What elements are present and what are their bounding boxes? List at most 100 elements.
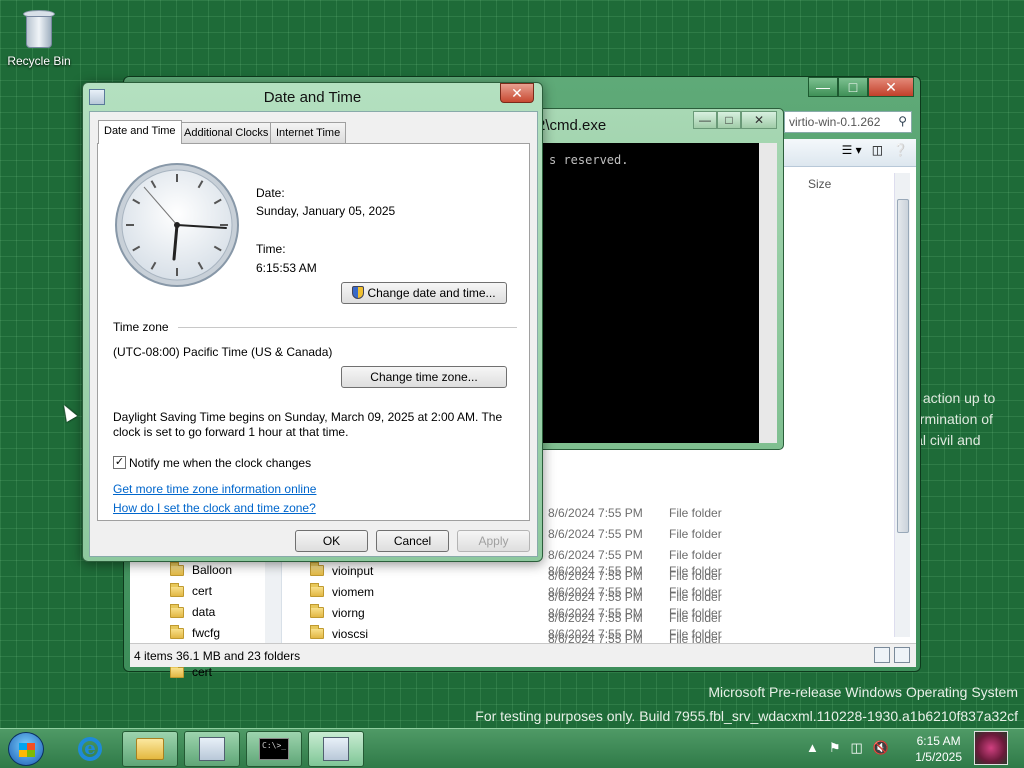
time-label: Time: — [256, 242, 286, 256]
preview-pane-icon[interactable]: ◫ — [872, 143, 883, 157]
control-panel-icon — [323, 737, 349, 761]
how-to-set-clock-link[interactable]: How do I set the clock and time zone? — [113, 501, 316, 515]
tab-date-and-time[interactable]: Date and Time — [98, 120, 182, 144]
folder-icon — [170, 561, 184, 576]
column-header-size[interactable]: Size — [808, 177, 831, 191]
dialog-content: Date and Time Additional Clocks Internet… — [89, 111, 538, 557]
action-center-flag-icon[interactable]: ⚑ — [829, 740, 841, 756]
file-date: 8/6/2024 7:55 PM — [548, 526, 643, 541]
notify-label[interactable]: Notify me when the clock changes — [129, 456, 311, 470]
console-output[interactable]: s reserved. — [541, 143, 759, 443]
minimize-button[interactable]: — — [808, 77, 838, 97]
show-hidden-icons[interactable]: ▲ — [806, 740, 819, 756]
timezone-heading: Time zone — [113, 320, 169, 334]
nav-item-fwcfg[interactable]: fwcfg — [170, 623, 220, 643]
analog-clock-icon — [115, 163, 239, 287]
close-button[interactable]: ✕ — [741, 111, 777, 129]
file-type: File folder — [669, 584, 722, 599]
folder-icon — [310, 562, 324, 576]
maximize-button[interactable]: □ — [717, 111, 741, 129]
timezone-info-link[interactable]: Get more time zone information online — [113, 482, 316, 496]
tab-panel: Date: Sunday, January 05, 2025 Time: 6:1… — [97, 143, 530, 521]
taskbar-date-time[interactable] — [184, 731, 240, 767]
file-name: viorng — [332, 605, 365, 620]
tiles-view-icon[interactable] — [894, 647, 910, 663]
start-button[interactable] — [8, 732, 44, 766]
taskbar-clock[interactable]: 6:15 AM 1/5/2025 — [915, 733, 962, 765]
uac-shield-icon — [352, 286, 365, 299]
scrollbar-thumb[interactable] — [897, 199, 909, 533]
file-type: File folder — [669, 626, 722, 641]
folder-icon — [310, 604, 324, 618]
taskbar-file-explorer[interactable] — [122, 731, 178, 767]
button-label: Change date and time... — [367, 286, 496, 300]
folder-icon — [170, 663, 184, 678]
nav-item-label: cert — [192, 665, 213, 679]
nav-item-cert[interactable]: cert — [170, 581, 212, 601]
user-avatar[interactable] — [974, 731, 1008, 765]
ok-button[interactable]: OK — [295, 530, 368, 552]
date-time-dialog[interactable]: Date and Time ✕ Date and Time Additional… — [82, 82, 543, 562]
taskbar-control-panel[interactable] — [308, 731, 364, 767]
taskbar-internet-explorer[interactable]: e — [62, 731, 118, 767]
taskbar-cmd[interactable]: C:\>_ — [246, 731, 302, 767]
table-row[interactable]: vioscsi 8/6/2024 7:55 PM File folder — [290, 623, 880, 644]
nav-item-data[interactable]: data — [170, 602, 215, 622]
cmd-icon: C:\>_ — [259, 738, 289, 760]
change-time-zone-button[interactable]: Change time zone... — [341, 366, 507, 388]
file-list-scrollbar[interactable] — [894, 173, 910, 637]
folder-icon — [310, 625, 324, 639]
background-text-line: ial civil and — [912, 432, 981, 448]
recycle-bin-icon — [21, 6, 57, 50]
search-input[interactable]: virtio-win-0.1.262 ⚲ — [784, 111, 912, 133]
folder-icon — [170, 624, 184, 639]
nav-item-label: Balloon — [192, 563, 233, 577]
background-text-line: y action up to — [912, 390, 996, 406]
date-value: Sunday, January 05, 2025 — [256, 204, 396, 218]
notify-checkbox[interactable]: ✓ — [113, 456, 126, 469]
volume-muted-icon[interactable]: 🔇 — [873, 740, 889, 756]
console-scrollbar[interactable] — [759, 143, 777, 443]
table-row[interactable]: viorng 8/6/2024 7:55 PM File folder — [290, 602, 880, 623]
taskbar: e C:\>_ ▲ ⚑ ◫ 🔇 6:15 AM 1/5/2025 — [0, 728, 1024, 768]
cancel-button[interactable]: Cancel — [376, 530, 449, 552]
file-date: 8/6/2024 7:55 PM — [548, 563, 643, 578]
file-type: File folder — [669, 526, 722, 541]
dst-info-line2: clock is set to go forward 1 hour at tha… — [113, 425, 349, 439]
table-row[interactable]: viomem 8/6/2024 7:55 PM File folder — [290, 581, 880, 602]
mouse-cursor-icon — [58, 402, 78, 422]
change-date-time-button[interactable]: Change date and time... — [341, 282, 507, 304]
file-name: vioscsi — [332, 626, 369, 641]
nav-item-balloon[interactable]: Balloon — [170, 560, 232, 580]
notification-area: ▲ ⚑ ◫ 🔇 — [806, 740, 889, 756]
console-line: s reserved. — [549, 153, 629, 167]
search-icon[interactable]: ⚲ — [898, 114, 907, 128]
close-button[interactable]: ✕ — [500, 83, 534, 103]
tab-additional-clocks[interactable]: Additional Clocks — [178, 122, 275, 143]
date-time-icon — [199, 737, 225, 761]
close-button[interactable]: ✕ — [868, 77, 914, 97]
file-date: 8/6/2024 7:55 PM — [548, 605, 643, 620]
file-date: 8/6/2024 7:55 PM — [548, 505, 643, 520]
clock-date: 1/5/2025 — [915, 750, 962, 764]
time-value: 6:15:53 AM — [256, 261, 317, 275]
tab-internet-time[interactable]: Internet Time — [270, 122, 347, 143]
watermark-line1: Microsoft Pre-release Windows Operating … — [708, 684, 1018, 700]
status-bar: 4 items 36.1 MB and 23 folders — [130, 643, 916, 667]
apply-button[interactable]: Apply — [457, 530, 530, 552]
file-name: viomem — [332, 584, 375, 599]
folder-icon — [310, 583, 324, 597]
background-text: y action up to ermination of ial civil a… — [912, 388, 1024, 451]
minimize-button[interactable]: — — [693, 111, 717, 129]
details-view-icon[interactable] — [874, 647, 890, 663]
table-row[interactable]: vioinput 8/6/2024 7:55 PM File folder — [290, 560, 880, 581]
maximize-button[interactable]: □ — [838, 77, 868, 97]
help-icon[interactable]: ❔ — [893, 143, 908, 157]
view-options-icon[interactable]: ☰ ▾ — [842, 143, 862, 157]
recycle-bin-label: Recycle Bin — [7, 54, 71, 68]
network-icon[interactable]: ◫ — [851, 740, 863, 756]
cmd-window-controls: — □ ✕ — [693, 111, 777, 129]
recycle-bin[interactable]: Recycle Bin — [6, 6, 72, 68]
folder-icon — [170, 582, 184, 597]
cmd-window[interactable]: 2\cmd.exe — □ ✕ s reserved. — [536, 108, 784, 450]
